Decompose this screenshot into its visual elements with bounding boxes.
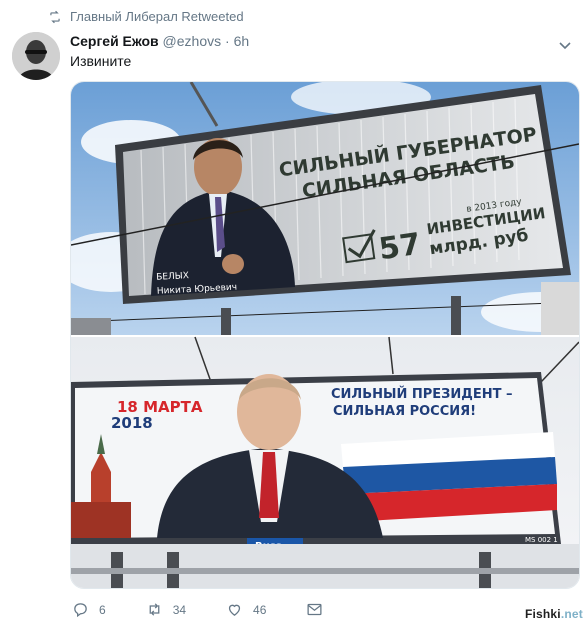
billboard-text: СИЛЬНАЯ РОССИЯ! bbox=[333, 404, 476, 419]
chevron-down-icon[interactable] bbox=[558, 38, 572, 52]
retweet-context[interactable]: Главный Либерал Retweeted bbox=[48, 9, 244, 24]
tweet-header: Сергей Ежов @ezhovs · 6h bbox=[70, 33, 249, 49]
billboard-text: 57 bbox=[377, 227, 423, 267]
top-photo: СИЛЬНЫЙ ГУБЕРНАТОР СИЛЬНАЯ ОБЛАСТЬ в 201… bbox=[71, 82, 579, 335]
like-button[interactable]: 46 bbox=[226, 601, 266, 618]
watermark: Fishki.net bbox=[525, 607, 583, 621]
reply-button[interactable]: 6 bbox=[72, 601, 106, 618]
author-name[interactable]: Сергей Ежов bbox=[70, 33, 159, 49]
tweet-actions: 6 34 46 bbox=[72, 601, 363, 618]
retweet-button[interactable]: 34 bbox=[146, 601, 186, 618]
separator: · bbox=[225, 33, 230, 49]
retweet-icon bbox=[50, 10, 60, 23]
avatar[interactable] bbox=[12, 32, 60, 80]
retweet-icon bbox=[149, 603, 160, 616]
billboard-text: СИЛЬНЫЙ ПРЕЗИДЕНТ – bbox=[331, 386, 513, 402]
bottom-photo: 18 МАРТА 2018 СИЛЬНЫЙ ПРЕЗИДЕНТ – СИЛЬНА… bbox=[71, 336, 579, 588]
author-handle[interactable]: @ezhovs bbox=[163, 33, 222, 49]
like-count: 46 bbox=[253, 602, 267, 617]
tweet-time[interactable]: 6h bbox=[234, 33, 250, 49]
watermark-suffix: .net bbox=[560, 607, 583, 621]
retweet-count: 34 bbox=[172, 602, 187, 617]
tweet-text: Извините bbox=[70, 53, 132, 69]
billboard-text: БЕЛЫХ bbox=[156, 271, 189, 283]
heart-icon bbox=[228, 604, 241, 616]
reply-count: 6 bbox=[99, 602, 106, 617]
watermark-main: Fishki bbox=[524, 607, 561, 621]
retweet-label: Главный Либерал Retweeted bbox=[70, 9, 244, 24]
reply-icon bbox=[74, 603, 87, 618]
billboard-text: 2018 bbox=[111, 414, 153, 432]
envelope-icon bbox=[307, 603, 322, 616]
billboard-text: MS 002 1 bbox=[525, 536, 558, 544]
media-image: СИЛЬНЫЙ ГУБЕРНАТОР СИЛЬНАЯ ОБЛАСТЬ в 201… bbox=[71, 82, 579, 588]
message-button[interactable] bbox=[306, 601, 323, 618]
tweet-media[interactable]: СИЛЬНЫЙ ГУБЕРНАТОР СИЛЬНАЯ ОБЛАСТЬ в 201… bbox=[70, 81, 580, 589]
